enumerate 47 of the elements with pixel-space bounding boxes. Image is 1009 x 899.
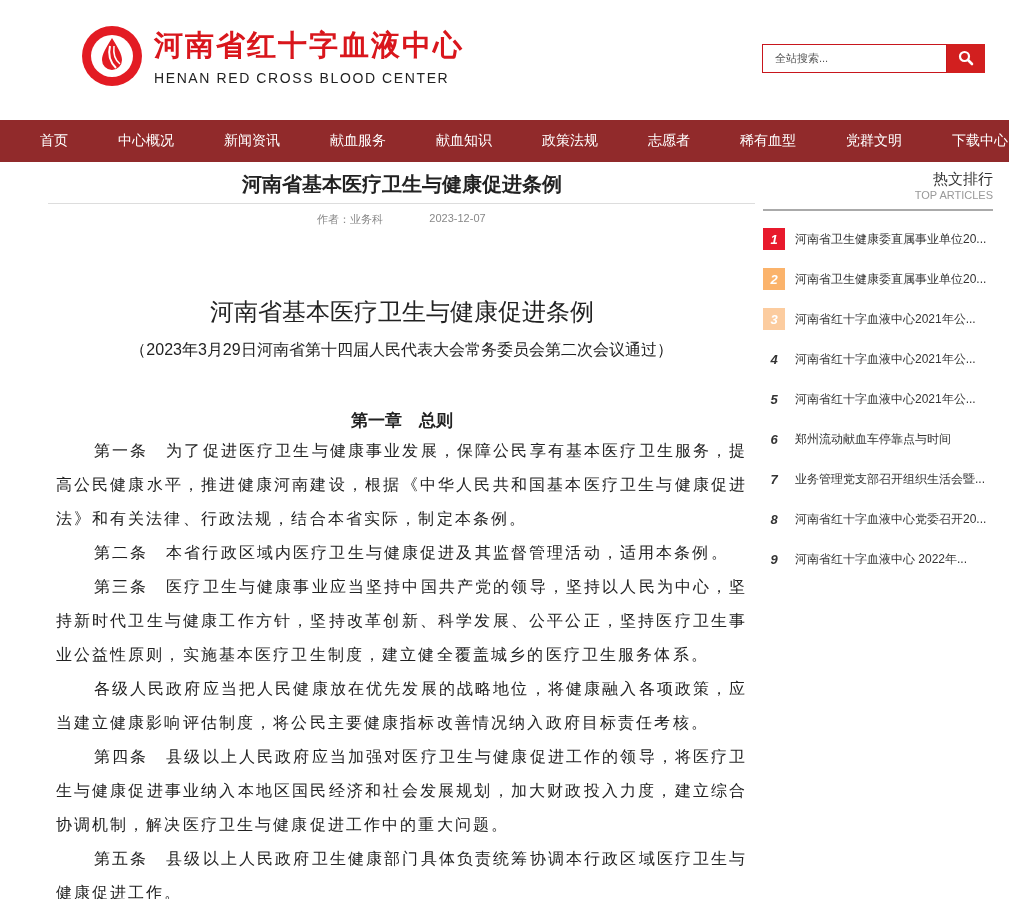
article-paragraph: 第四条 县级以上人民政府应当加强对医疗卫生与健康促进工作的领导，将医疗卫生与健康促进事业纳入本地区国民经济和社会发展规划，加大财政投入力度，建立综合协调机制，解决医疗卫生与健康促进工作中的重大问题。: [55, 746, 748, 836]
article-link[interactable]: 河南省卫生健康委直属事业单位20...: [795, 270, 987, 288]
article-link[interactable]: 河南省红十字血液中心党委召开20...: [795, 510, 987, 528]
rank-number: 8: [769, 510, 779, 529]
article-date: 2023-12-07: [429, 212, 486, 226]
article-paragraph: 各级人民政府应当把人民健康放在优先发展的战略地位，将健康融入各项政策，应当建立健康影响评估制度，将公民主要健康指标改善情况纳入政府目标责任考核。: [55, 678, 748, 734]
rank-number: 5: [769, 390, 779, 409]
rank-number: 3: [763, 308, 785, 330]
rank-number: 9: [769, 550, 779, 569]
article-paragraph: 第二条 本省行政区域内医疗卫生与健康促进及其监督管理活动，适用本条例。: [92, 542, 730, 564]
article-paragraph: 第三条 医疗卫生与健康事业应当坚持中国共产党的领导，坚持以人民为中心，坚持新时代卫生与健康工作方针，坚持改革创新、科学发展、公平公正，坚持医疗卫生事业公益性原则，实施基本医疗卫生制度，建立健全覆盖城乡的医疗卫生服务体系。: [55, 576, 748, 666]
logo-emblem-icon: [80, 24, 144, 88]
document-subtitle: （2023年3月29日河南省第十四届人民代表大会常务委员会第二次会议通过）: [130, 340, 673, 360]
search-icon: [958, 50, 974, 66]
nav-link[interactable]: 志愿者: [648, 132, 690, 150]
article-link[interactable]: 河南省红十字血液中心2021年公...: [795, 390, 976, 408]
article-link[interactable]: 河南省卫生健康委直属事业单位20...: [795, 230, 987, 248]
rank-number: 4: [769, 350, 779, 369]
article-title: 河南省基本医疗卫生与健康促进条例: [48, 162, 755, 204]
article-link[interactable]: 河南省红十字血液中心 2022年...: [795, 550, 968, 568]
nav-link[interactable]: 下载中心: [952, 132, 1008, 150]
nav-link[interactable]: 中心概况: [118, 132, 174, 150]
article-link[interactable]: 郑州流动献血车停靠点与时间: [795, 430, 951, 448]
nav-link[interactable]: 党群文明: [846, 132, 902, 150]
rank-number: 2: [763, 268, 785, 290]
rank-number: 1: [763, 228, 785, 250]
search-button[interactable]: [947, 43, 985, 73]
sidebar-title: 热文排行: [933, 170, 993, 189]
nav-link[interactable]: 稀有血型: [740, 132, 796, 150]
logo-subtitle: HENAN RED CROSS BLOOD CENTER: [154, 70, 451, 86]
article-link[interactable]: 河南省红十字血液中心2021年公...: [795, 310, 976, 328]
document-title: 河南省基本医疗卫生与健康促进条例: [209, 297, 594, 327]
nav-link[interactable]: 献血服务: [330, 132, 386, 150]
nav-link[interactable]: 首页: [40, 132, 68, 150]
chapter-heading: 第一章 总则: [350, 410, 453, 432]
article-author: 作者：业务科: [317, 212, 384, 227]
nav-link[interactable]: 新闻资讯: [224, 132, 280, 150]
logo-title: 河南省红十字血液中心: [154, 27, 464, 64]
search-field[interactable]: 全站搜索...: [762, 43, 947, 73]
article-paragraph: 第一条 为了促进医疗卫生与健康事业发展，保障公民享有基本医疗卫生服务，提高公民健康水平，推进健康河南建设，根据《中华人民共和国基本医疗卫生与健康促进法》和有关法律、行政法规，结合本省实际，制定本条例。: [55, 440, 748, 530]
article-link[interactable]: 业务管理党支部召开组织生活会暨...: [795, 470, 985, 488]
rank-number: 6: [769, 430, 779, 449]
rank-number: 7: [769, 470, 779, 489]
article-link[interactable]: 河南省红十字血液中心2021年公...: [795, 350, 976, 368]
nav-link[interactable]: 献血知识: [436, 132, 492, 150]
nav-link[interactable]: 政策法规: [542, 132, 598, 150]
sidebar-subtitle: TOP ARTICLES: [914, 189, 993, 201]
